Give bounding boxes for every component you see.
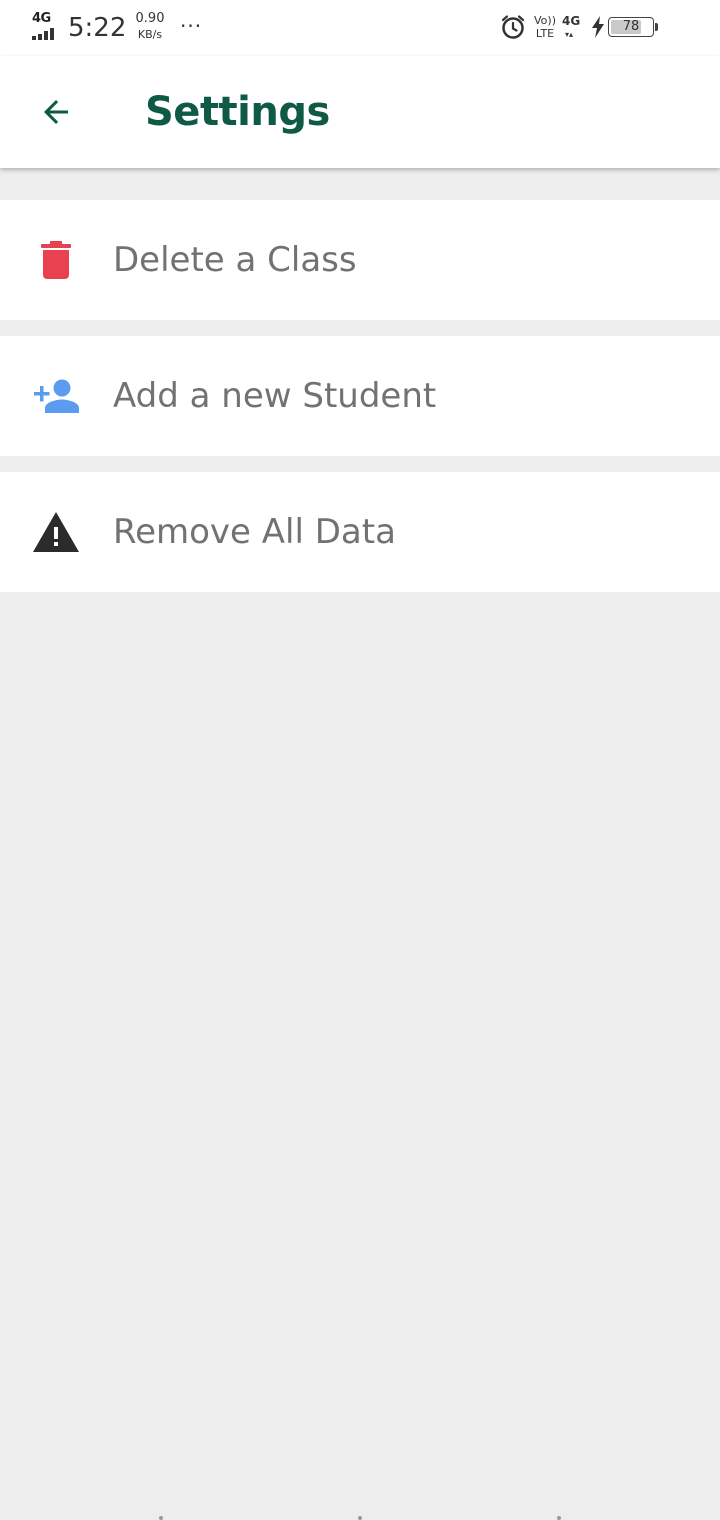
status-time: 5:22 [68,13,127,43]
lte-label: LTE [535,27,555,40]
data-activity-icon: ▾▴ [565,30,574,39]
network-type-label: 4G [32,11,51,26]
menu-item-label: Remove All Data [113,512,396,552]
status-bar: 4G 5:22 0.90 KB/s ··· Vo)) LTE 4G ▾▴ 78 [0,0,720,56]
arrow-back-icon [44,100,68,124]
delete-icon [30,236,82,284]
network-speed-value: 0.90 [135,11,165,26]
volte-label: Vo)) [534,14,556,27]
nav-hint-dot [159,1516,163,1520]
network-speed: 0.90 KB/s [130,11,170,43]
status-right: Vo)) LTE 4G ▾▴ 78 [500,12,690,44]
nav-hint-dot [358,1516,362,1520]
menu-item-remove-all-data[interactable]: Remove All Data [0,472,720,592]
network-type-2-label: 4G [562,14,581,28]
charging-bolt-icon [592,16,604,42]
page-title: Settings [145,89,330,135]
menu-item-label: Add a new Student [113,376,437,416]
back-button[interactable] [28,84,84,140]
nav-hint-dot [557,1516,561,1520]
app-bar: Settings [0,56,720,168]
network-speed-unit: KB/s [137,28,163,41]
battery-icon: 78 [608,17,654,37]
alarm-icon [500,14,526,44]
volte-indicator: Vo)) LTE [532,14,558,40]
battery-tip [655,23,658,31]
warning-icon [30,508,82,556]
signal-strength-icon [32,28,60,40]
person-add-icon [30,372,82,420]
menu-item-delete-class[interactable]: Delete a Class [0,200,720,320]
menu-item-label: Delete a Class [113,240,357,280]
notification-overflow-icon: ··· [180,14,203,38]
menu-item-add-student[interactable]: Add a new Student [0,336,720,456]
battery-level: 78 [622,19,640,34]
